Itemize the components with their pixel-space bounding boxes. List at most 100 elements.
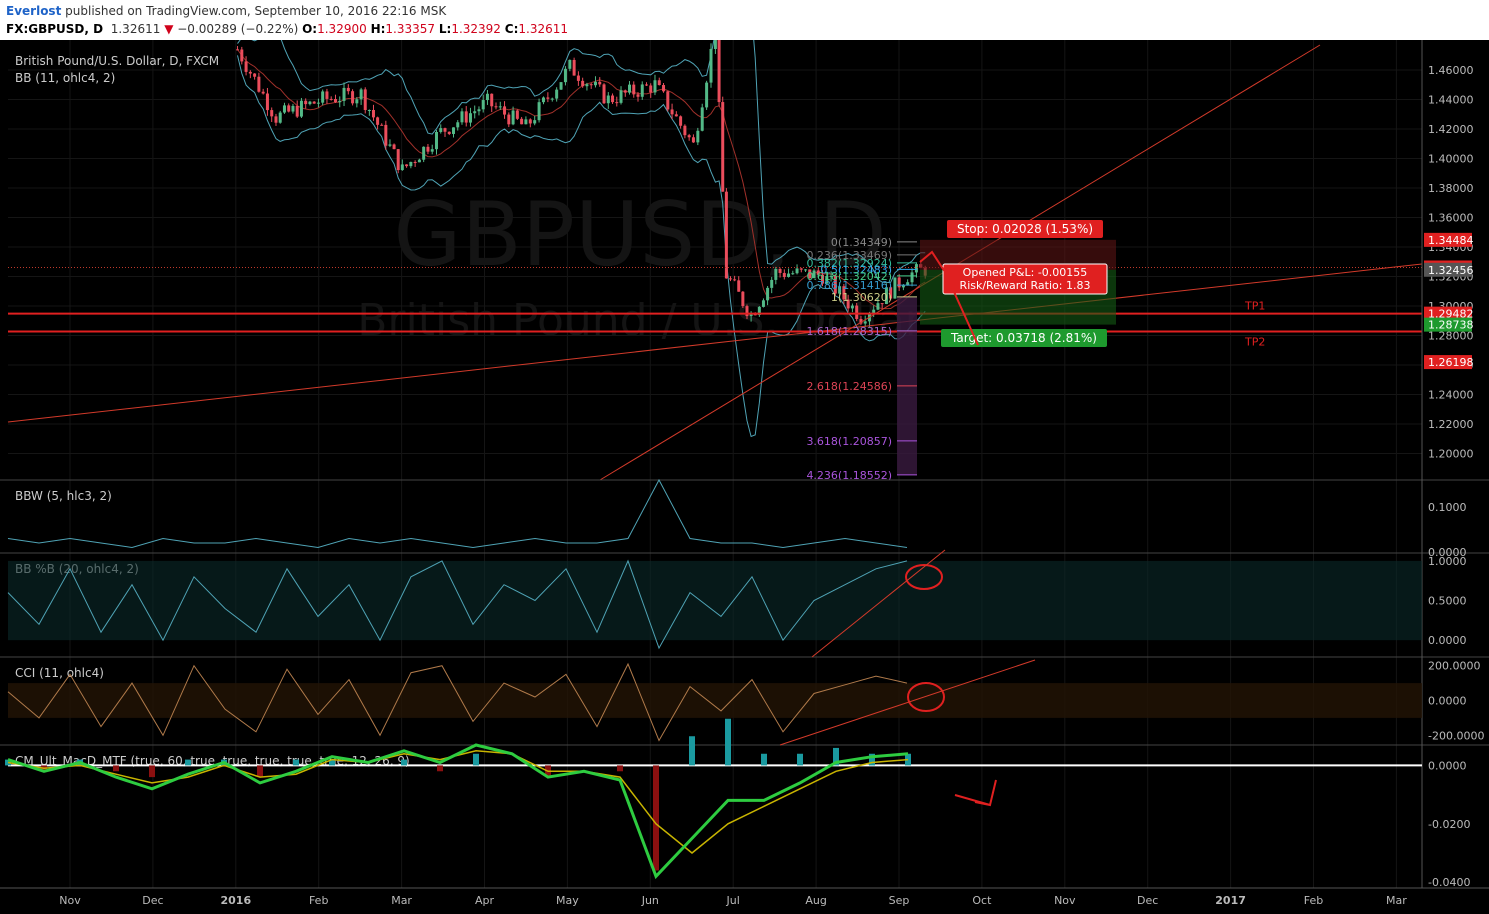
candle-body: [434, 131, 438, 150]
candle-body: [367, 109, 371, 111]
macd-hist: [725, 718, 731, 766]
candle-body: [426, 146, 430, 152]
open-value: 1.32900: [317, 22, 367, 36]
price-tick: 1.20000: [1428, 448, 1474, 461]
candle-body: [329, 98, 333, 100]
time-tick: Aug: [805, 894, 826, 907]
candle-body: [270, 110, 274, 117]
candle-body: [396, 149, 400, 171]
author-link[interactable]: Everlost: [6, 4, 61, 18]
candle-body: [282, 105, 286, 113]
candle-body: [346, 87, 350, 92]
pane-title: BBW (5, hlc3, 2): [15, 489, 112, 503]
candle-body: [494, 106, 498, 108]
macd-hist: [257, 765, 263, 778]
candle-body: [498, 106, 502, 108]
price-label: 1.26198: [1428, 356, 1474, 369]
candle-body: [287, 105, 291, 112]
candle-body: [855, 305, 859, 319]
candle-body: [363, 89, 367, 110]
macd-hist: [185, 759, 191, 766]
last-price: 1.32611: [110, 22, 161, 36]
candle-body: [585, 84, 589, 87]
pane-title: CCI (11, ohlc4): [15, 666, 104, 680]
pane-tick: 0.0000: [1428, 634, 1467, 647]
candle-body: [430, 149, 434, 152]
change-value: −0.00289 (−0.22%): [177, 22, 299, 36]
candle-body: [456, 122, 460, 128]
candle-body: [559, 82, 563, 90]
candle-body: [388, 144, 392, 146]
pane-tick: 0.5000: [1428, 595, 1467, 608]
rr-label: Risk/Reward Ratio: 1.83: [960, 279, 1091, 292]
candle-body: [384, 124, 388, 146]
candle-body: [721, 102, 725, 192]
price-tick: 1.42000: [1428, 123, 1474, 136]
stop-label: Stop: 0.02028 (1.53%): [957, 222, 1093, 236]
time-tick: Nov: [1054, 894, 1076, 907]
candle-body: [628, 84, 632, 93]
candle-body: [460, 111, 464, 123]
candle-body: [299, 100, 303, 117]
candle-body: [515, 110, 519, 119]
macd-hist: [761, 753, 767, 766]
pane-tick: -200.0000: [1428, 729, 1484, 742]
candle-body: [265, 93, 269, 111]
macd-hist: [401, 759, 407, 766]
pnl-label: Opened P&L: -0.00155: [963, 266, 1088, 279]
candle-body: [850, 305, 854, 309]
time-tick: Feb: [309, 894, 328, 907]
candle-body: [261, 91, 265, 94]
candle-body: [653, 80, 657, 93]
candle-body: [563, 68, 567, 83]
candle-body: [537, 102, 541, 121]
candle-body: [876, 303, 880, 310]
candle-body: [576, 75, 580, 81]
pane-tick: 200.0000: [1428, 660, 1481, 673]
fib-label: 1(1.30620): [831, 291, 892, 304]
candle-body: [481, 100, 485, 110]
candle-body: [619, 90, 623, 103]
time-tick: Dec: [1137, 894, 1158, 907]
chart-canvas[interactable]: GBPUSD, D British Pound / U.S. Dollar TP…: [0, 40, 1489, 914]
candle-body: [901, 285, 905, 288]
open-label: O:: [302, 22, 318, 36]
symbol-label: FX:GBPUSD, D: [6, 22, 104, 36]
candle-body: [666, 91, 670, 110]
candle-body: [338, 100, 342, 103]
candle-body: [700, 107, 704, 131]
candle-body: [473, 111, 477, 114]
cci-band: [8, 683, 1422, 718]
candle-body: [674, 114, 678, 117]
high-value: 1.33357: [385, 22, 436, 36]
main-indicator: BB (11, ohlc4, 2): [15, 71, 115, 85]
candle-body: [713, 40, 717, 49]
candle-body: [589, 84, 593, 86]
time-tick: 2016: [220, 894, 251, 907]
macd-hist: [113, 765, 119, 772]
candle-body: [291, 105, 295, 112]
candle-body: [376, 117, 380, 125]
candle-body: [308, 101, 312, 105]
candle-body: [593, 81, 597, 86]
publish-info: published on TradingView.com, September …: [65, 4, 447, 18]
candle-body: [657, 80, 661, 86]
candle-body: [451, 127, 455, 134]
candle-body: [636, 94, 640, 97]
candle-body: [787, 273, 791, 277]
candle-body: [863, 321, 867, 324]
candle-body: [507, 114, 511, 125]
candle-body: [662, 85, 666, 92]
time-tick: Sep: [889, 894, 910, 907]
candle-body: [490, 93, 494, 107]
fib-label: 2.618(1.24586): [806, 380, 892, 393]
candle-body: [897, 277, 901, 288]
time-tick: Jul: [726, 894, 740, 907]
price-tick: 1.46000: [1428, 64, 1474, 77]
candle-body: [257, 76, 261, 92]
price-axis[interactable]: 1.46000 1.44000 1.42000 1.40000 1.38000 1.360…: [1424, 64, 1474, 461]
candle-body: [640, 84, 644, 97]
candle-body: [572, 59, 576, 76]
time-tick: 2017: [1215, 894, 1246, 907]
candle-body: [533, 120, 537, 124]
